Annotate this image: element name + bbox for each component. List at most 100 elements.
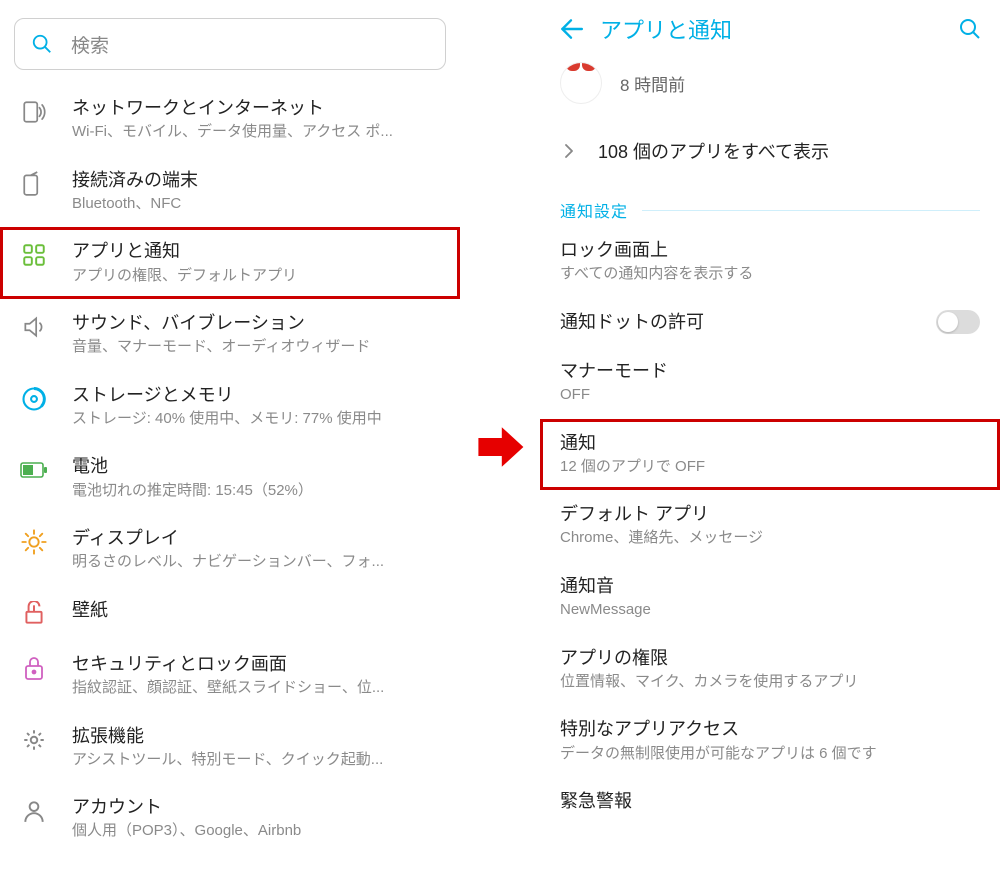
row-title: ディスプレイ <box>72 526 440 551</box>
settings-row-wallpaper[interactable]: 壁紙 <box>0 586 460 640</box>
row-text: アプリの権限位置情報、マイク、カメラを使用するアプリ <box>560 646 980 694</box>
row-subtitle: Bluetooth、NFC <box>72 193 440 216</box>
row-text: デフォルト アプリChrome、連絡先、メッセージ <box>560 502 980 550</box>
recent-app-row[interactable]: 8 時間前 <box>540 58 1000 116</box>
row-text: 通知ドットの許可 <box>560 310 704 335</box>
row-text: ストレージとメモリストレージ: 40% 使用中、メモリ: 77% 使用中 <box>72 383 440 431</box>
wallpaper-icon <box>20 600 48 628</box>
settings-row-security[interactable]: セキュリティとロック画面指紋認証、顔認証、壁紙スライドショー、位... <box>0 640 460 712</box>
row-subtitle: Chrome、連絡先、メッセージ <box>560 527 980 550</box>
row-subtitle: 12 個のアプリで OFF <box>560 456 980 479</box>
notification-setting-row[interactable]: 通知12 個のアプリで OFF <box>540 419 1000 491</box>
row-subtitle: OFF <box>560 384 980 407</box>
settings-row-sound[interactable]: サウンド、バイブレーション音量、マナーモード、オーディオウィザード <box>0 299 460 371</box>
row-subtitle: ストレージ: 40% 使用中、メモリ: 77% 使用中 <box>72 408 440 431</box>
search-button[interactable] <box>958 17 982 41</box>
arrow-separator <box>460 0 540 893</box>
row-title: 緊急警報 <box>560 789 980 814</box>
settings-row-battery[interactable]: 電池電池切れの推定時間: 15:45（52%） <box>0 442 460 514</box>
row-title: ストレージとメモリ <box>72 383 440 408</box>
row-title: 通知 <box>560 431 980 456</box>
row-title: ロック画面上 <box>560 238 980 263</box>
row-text: 壁紙 <box>72 598 440 623</box>
row-subtitle: アシストツール、特別モード、クイック起動... <box>72 749 440 772</box>
notification-setting-row[interactable]: 通知音NewMessage <box>540 562 1000 634</box>
search-placeholder: 検索 <box>71 31 109 58</box>
notification-setting-row[interactable]: ロック画面上すべての通知内容を表示する <box>540 226 1000 298</box>
section-label: 通知設定 <box>560 198 628 222</box>
show-all-apps[interactable]: 108 個のアプリをすべて表示 <box>540 116 1000 190</box>
settings-row-apps[interactable]: アプリと通知アプリの権限、デフォルトアプリ <box>0 227 460 299</box>
arrow-right-icon <box>473 420 527 474</box>
search-icon <box>31 33 53 55</box>
row-title: 通知音 <box>560 574 980 599</box>
row-title: アプリと通知 <box>72 239 440 264</box>
row-text: マナーモードOFF <box>560 359 980 407</box>
row-text: 特別なアプリアクセスデータの無制限使用が可能なアプリは 6 個です <box>560 717 980 765</box>
row-text: ディスプレイ明るさのレベル、ナビゲーションバー、フォ... <box>72 526 440 574</box>
row-text: ロック画面上すべての通知内容を表示する <box>560 238 980 286</box>
row-subtitle: 明るさのレベル、ナビゲーションバー、フォ... <box>72 551 440 574</box>
row-subtitle: 位置情報、マイク、カメラを使用するアプリ <box>560 671 980 694</box>
header: アプリと通知 <box>540 0 1000 58</box>
row-subtitle: Wi-Fi、モバイル、データ使用量、アクセス ポ... <box>72 121 440 144</box>
row-subtitle: 電池切れの推定時間: 15:45（52%） <box>72 480 440 503</box>
recent-time: 8 時間前 <box>620 71 685 96</box>
row-text: アカウント個人用（POP3）、Google、Airbnb <box>72 795 440 843</box>
row-subtitle: 指紋認証、顔認証、壁紙スライドショー、位... <box>72 677 440 700</box>
row-title: サウンド、バイブレーション <box>72 311 440 336</box>
storage-icon <box>20 385 48 413</box>
row-text: 通知12 個のアプリで OFF <box>560 431 980 479</box>
row-text: 通知音NewMessage <box>560 574 980 622</box>
section-divider <box>642 210 980 211</box>
search-bar[interactable]: 検索 <box>14 18 446 70</box>
notification-setting-row[interactable]: 緊急警報 <box>540 777 1000 826</box>
show-all-apps-label: 108 個のアプリをすべて表示 <box>598 138 829 164</box>
back-button[interactable] <box>558 16 584 42</box>
apps-notifications-screen: アプリと通知 8 時間前 108 個のアプリをすべて表示 通知設定 ロック画面上… <box>540 0 1000 893</box>
row-title: アプリの権限 <box>560 646 980 671</box>
row-title: デフォルト アプリ <box>560 502 980 527</box>
toggle-switch[interactable] <box>936 310 980 334</box>
account-icon <box>20 797 48 825</box>
row-text: サウンド、バイブレーション音量、マナーモード、オーディオウィザード <box>72 311 440 359</box>
row-subtitle: 音量、マナーモード、オーディオウィザード <box>72 336 440 359</box>
connected-icon <box>20 170 48 198</box>
row-title: 拡張機能 <box>72 724 440 749</box>
page-title: アプリと通知 <box>600 13 942 45</box>
row-text: セキュリティとロック画面指紋認証、顔認証、壁紙スライドショー、位... <box>72 652 440 700</box>
notification-setting-row[interactable]: 通知ドットの許可 <box>540 298 1000 347</box>
network-icon <box>20 98 48 126</box>
extensions-icon <box>20 726 48 754</box>
battery-icon <box>20 456 48 484</box>
settings-row-network[interactable]: ネットワークとインターネットWi-Fi、モバイル、データ使用量、アクセス ポ..… <box>0 84 460 156</box>
sound-icon <box>20 313 48 341</box>
row-title: アカウント <box>72 795 440 820</box>
row-subtitle: 個人用（POP3）、Google、Airbnb <box>72 820 440 843</box>
notification-setting-row[interactable]: アプリの権限位置情報、マイク、カメラを使用するアプリ <box>540 634 1000 706</box>
settings-row-extensions[interactable]: 拡張機能アシストツール、特別モード、クイック起動... <box>0 712 460 784</box>
display-icon <box>20 528 48 556</box>
settings-row-connected[interactable]: 接続済みの端末Bluetooth、NFC <box>0 156 460 228</box>
row-subtitle: アプリの権限、デフォルトアプリ <box>72 265 440 288</box>
settings-row-storage[interactable]: ストレージとメモリストレージ: 40% 使用中、メモリ: 77% 使用中 <box>0 371 460 443</box>
row-title: 接続済みの端末 <box>72 168 440 193</box>
row-text: 接続済みの端末Bluetooth、NFC <box>72 168 440 216</box>
app-icon <box>560 62 602 104</box>
apps-icon <box>20 241 48 269</box>
row-text: アプリと通知アプリの権限、デフォルトアプリ <box>72 239 440 287</box>
settings-screen: 検索 ネットワークとインターネットWi-Fi、モバイル、データ使用量、アクセス … <box>0 0 460 893</box>
row-subtitle: NewMessage <box>560 599 980 622</box>
notification-setting-row[interactable]: デフォルト アプリChrome、連絡先、メッセージ <box>540 490 1000 562</box>
row-title: マナーモード <box>560 359 980 384</box>
notification-setting-row[interactable]: マナーモードOFF <box>540 347 1000 419</box>
row-text: 拡張機能アシストツール、特別モード、クイック起動... <box>72 724 440 772</box>
settings-row-account[interactable]: アカウント個人用（POP3）、Google、Airbnb <box>0 783 460 855</box>
row-title: 電池 <box>72 454 440 479</box>
notification-setting-row[interactable]: 特別なアプリアクセスデータの無制限使用が可能なアプリは 6 個です <box>540 705 1000 777</box>
security-icon <box>20 654 48 682</box>
section-header: 通知設定 <box>540 190 1000 226</box>
row-title: 通知ドットの許可 <box>560 310 704 335</box>
settings-row-display[interactable]: ディスプレイ明るさのレベル、ナビゲーションバー、フォ... <box>0 514 460 586</box>
row-title: 特別なアプリアクセス <box>560 717 980 742</box>
